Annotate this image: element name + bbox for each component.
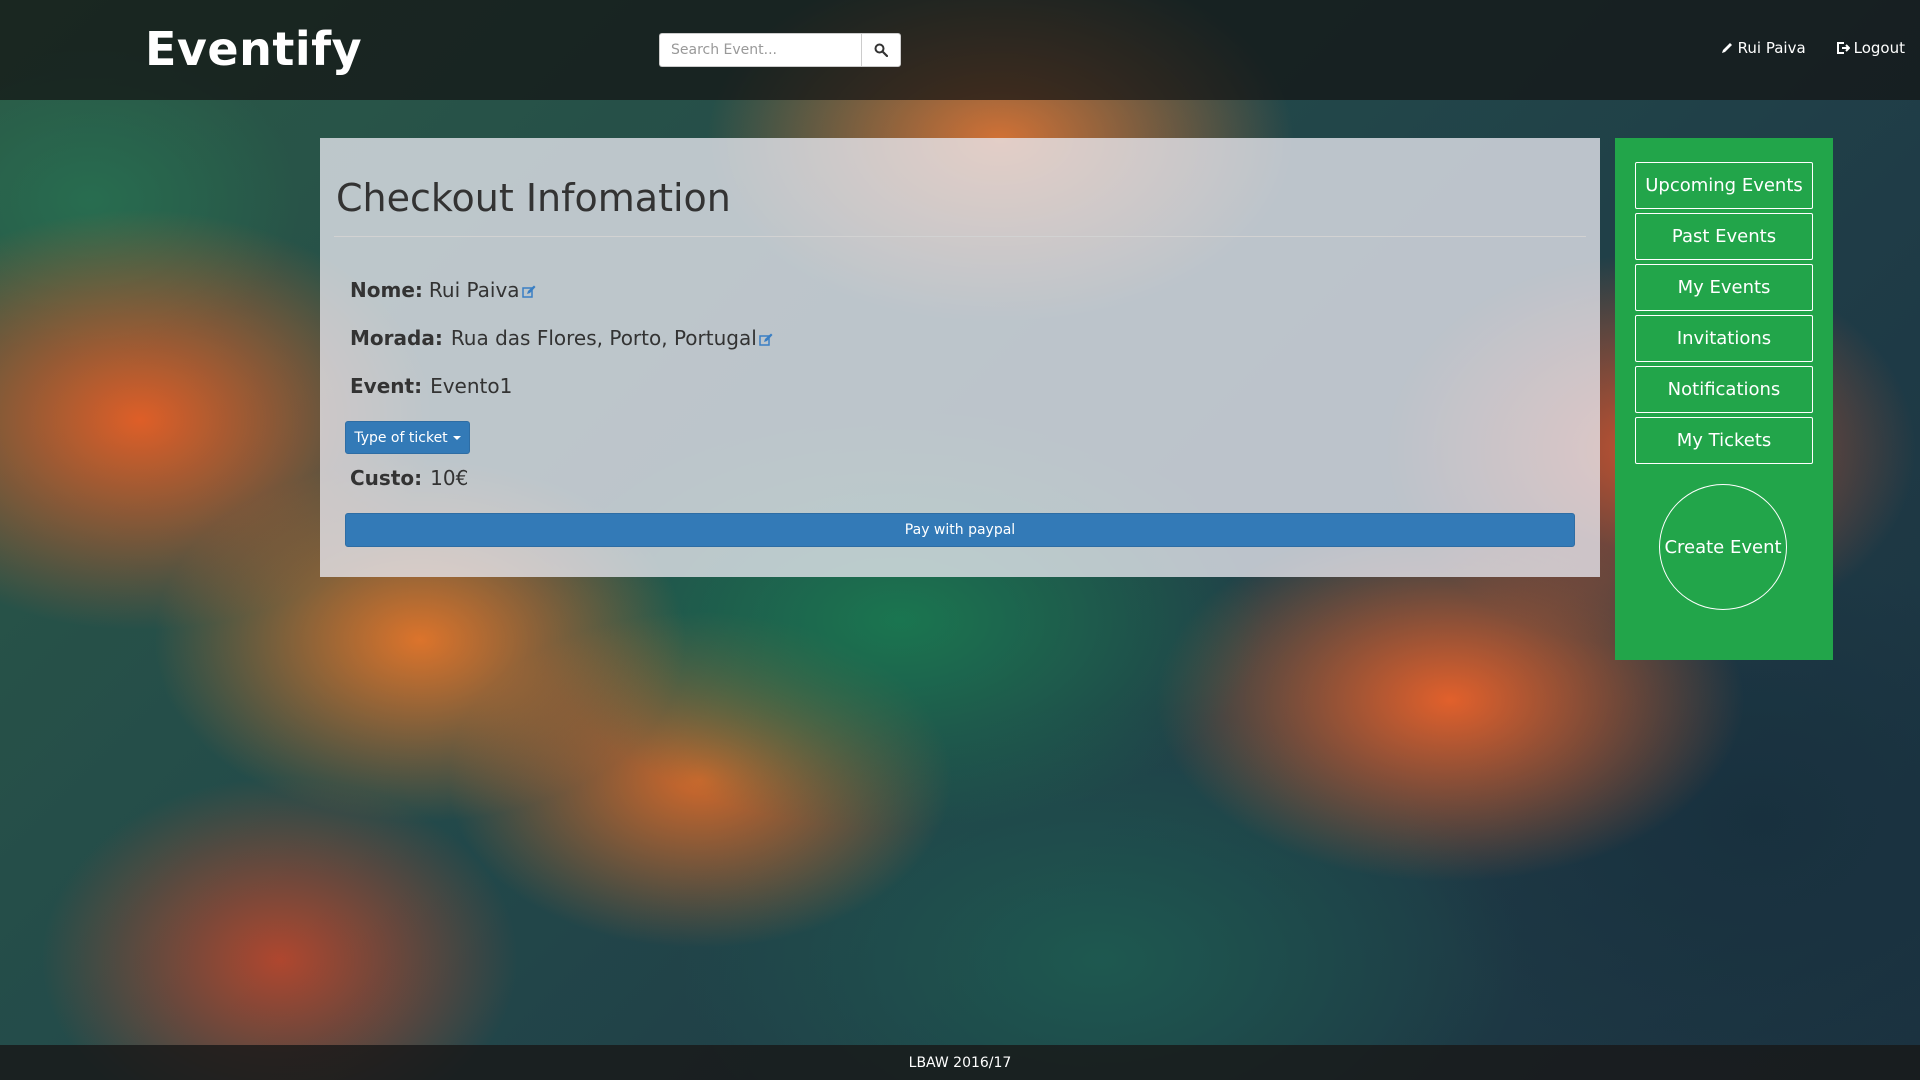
search-input[interactable]	[659, 33, 861, 67]
edit-icon[interactable]	[759, 333, 773, 347]
nome-label: Nome:	[350, 278, 423, 302]
pencil-icon	[1721, 43, 1732, 53]
sidebar-menu: Upcoming Events Past Events My Events In…	[1615, 138, 1833, 660]
footer-text: LBAW 2016/17	[908, 1054, 1012, 1071]
sidebar-item-upcoming-events[interactable]: Upcoming Events	[1635, 162, 1813, 209]
morada-row: Morada: Rua das Flores, Porto, Portugal	[350, 326, 773, 350]
caret-down-icon	[452, 435, 461, 440]
nav-right-links: Rui Paiva Logout	[1720, 39, 1905, 57]
search-icon	[874, 43, 888, 57]
pay-with-paypal-button[interactable]: Pay with paypal	[345, 513, 1575, 547]
user-name-label: Rui Paiva	[1737, 39, 1806, 57]
checkout-panel: Checkout Infomation Nome: Rui Paiva Mora…	[320, 138, 1600, 577]
page-title: Checkout Infomation	[336, 176, 731, 220]
title-divider	[334, 236, 1586, 237]
search-form	[659, 33, 901, 67]
sidebar-item-invitations[interactable]: Invitations	[1635, 315, 1813, 362]
logout-link[interactable]: Logout	[1836, 39, 1905, 57]
event-label: Event:	[350, 374, 423, 398]
search-button[interactable]	[861, 33, 901, 67]
brand-logo[interactable]: Eventify	[145, 22, 362, 76]
morada-label: Morada:	[350, 326, 443, 350]
sidebar-item-notifications[interactable]: Notifications	[1635, 366, 1813, 413]
logout-icon	[1836, 42, 1850, 54]
event-row: Event: Evento1	[350, 374, 512, 398]
event-value: Evento1	[430, 374, 513, 398]
sidebar-item-my-events[interactable]: My Events	[1635, 264, 1813, 311]
top-navbar: Eventify Rui Paiva Logout	[0, 0, 1920, 100]
user-profile-link[interactable]: Rui Paiva	[1720, 39, 1806, 57]
ticket-type-dropdown[interactable]: Type of ticket	[345, 421, 470, 454]
custo-label: Custo:	[350, 466, 423, 490]
page-footer: LBAW 2016/17	[0, 1045, 1920, 1080]
morada-value: Rua das Flores, Porto, Portugal	[450, 326, 757, 350]
ticket-type-label: Type of ticket	[354, 429, 448, 446]
edit-icon[interactable]	[521, 285, 536, 299]
sidebar-item-my-tickets[interactable]: My Tickets	[1635, 417, 1813, 464]
custo-value: 10€	[430, 466, 469, 490]
create-event-button[interactable]: Create Event	[1659, 484, 1787, 610]
logout-label: Logout	[1853, 39, 1905, 57]
sidebar-item-past-events[interactable]: Past Events	[1635, 213, 1813, 260]
custo-row: Custo: 10€	[350, 466, 468, 490]
nome-value: Rui Paiva	[428, 278, 520, 302]
nome-row: Nome: Rui Paiva	[350, 278, 536, 302]
